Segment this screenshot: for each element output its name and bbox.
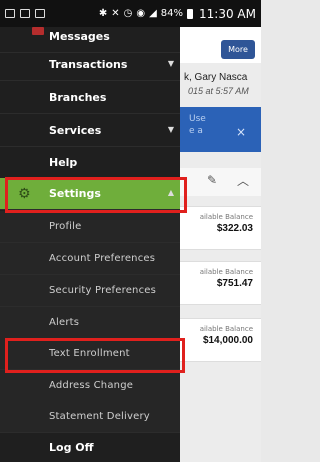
menu-label: Transactions [49,58,128,71]
menu-label: Log Off [49,441,94,454]
more-button[interactable]: More [221,40,255,59]
mute-icon: ✕ [111,8,120,19]
menu-label: Messages [49,30,110,43]
menu-label: Branches [49,91,107,104]
user-name: k, Gary Nasca [184,72,248,83]
app-icon [35,9,45,18]
last-login: 015 at 5:57 AM [188,86,249,96]
status-bar: ✱ ✕ ◷ ◉ ◢ 84% 11:30 AM [0,0,261,27]
balance-label: ailable Balance [199,213,253,221]
system-icons: ✱ ✕ ◷ ◉ ◢ 84% 11:30 AM [99,7,256,21]
menu-label: Address Change [49,380,134,391]
menu-label: Statement Delivery [49,411,150,422]
close-icon[interactable]: × [236,125,246,139]
submenu-item-account-preferences[interactable]: Account Preferences [0,243,180,275]
submenu-item-statement-delivery[interactable]: Statement Delivery [0,401,180,433]
balance-amount: $14,000.00 [202,335,253,346]
submenu-item-alerts[interactable]: Alerts [0,307,180,339]
menu-label: Security Preferences [49,285,157,296]
account-card[interactable]: ailable Balance $322.03 [180,206,261,250]
menu-item-log-off[interactable]: Log Off [0,432,180,462]
account-card[interactable]: ailable Balance $751.47 [180,261,261,305]
clock: 11:30 AM [199,6,256,21]
image-icon [20,9,30,18]
alarm-icon: ◷ [123,8,133,19]
settings-highlight-box [5,177,187,213]
menu-item-branches[interactable]: Branches [0,82,180,114]
menu-item-services[interactable]: Services ▼ [0,115,180,147]
menu-label: Help [49,156,78,169]
menu-label: Account Preferences [49,253,156,264]
banner-text-line: e a [189,126,203,136]
chevron-down-icon: ▼ [167,125,174,134]
chevron-down-icon: ▼ [167,59,174,68]
balance-amount: $751.47 [216,278,253,289]
pencil-icon[interactable]: ✎ [207,173,217,187]
navigation-drawer: Messages Transactions ▼ Branches Service… [0,27,180,462]
balance-label: ailable Balance [199,325,253,333]
notification-icons [5,9,45,18]
banner-text-line: Use [189,114,206,124]
submenu-item-security-preferences[interactable]: Security Preferences [0,275,180,307]
menu-label: Services [49,124,102,137]
menu-item-help[interactable]: Help [0,147,180,179]
battery-icon [187,8,194,19]
balance-amount: $322.03 [216,223,253,234]
notification-icon [5,9,15,18]
submenu-item-address-change[interactable]: Address Change [0,370,180,402]
banner-text: Use e a [189,113,206,137]
menu-item-transactions[interactable]: Transactions ▼ [0,49,180,81]
wifi-icon: ◉ [136,8,146,19]
battery-percent: 84% [160,8,184,19]
chevron-up-icon[interactable]: ︿ [237,172,249,189]
menu-label: Alerts [49,317,80,328]
balance-label: ailable Balance [199,268,253,276]
signal-icon: ◢ [149,8,157,19]
text-enrollment-highlight-box [5,338,185,373]
menu-label: Profile [49,221,82,232]
account-card[interactable]: ailable Balance $14,000.00 [180,318,261,362]
bluetooth-icon: ✱ [98,8,108,19]
submenu-item-profile[interactable]: Profile [0,211,180,243]
